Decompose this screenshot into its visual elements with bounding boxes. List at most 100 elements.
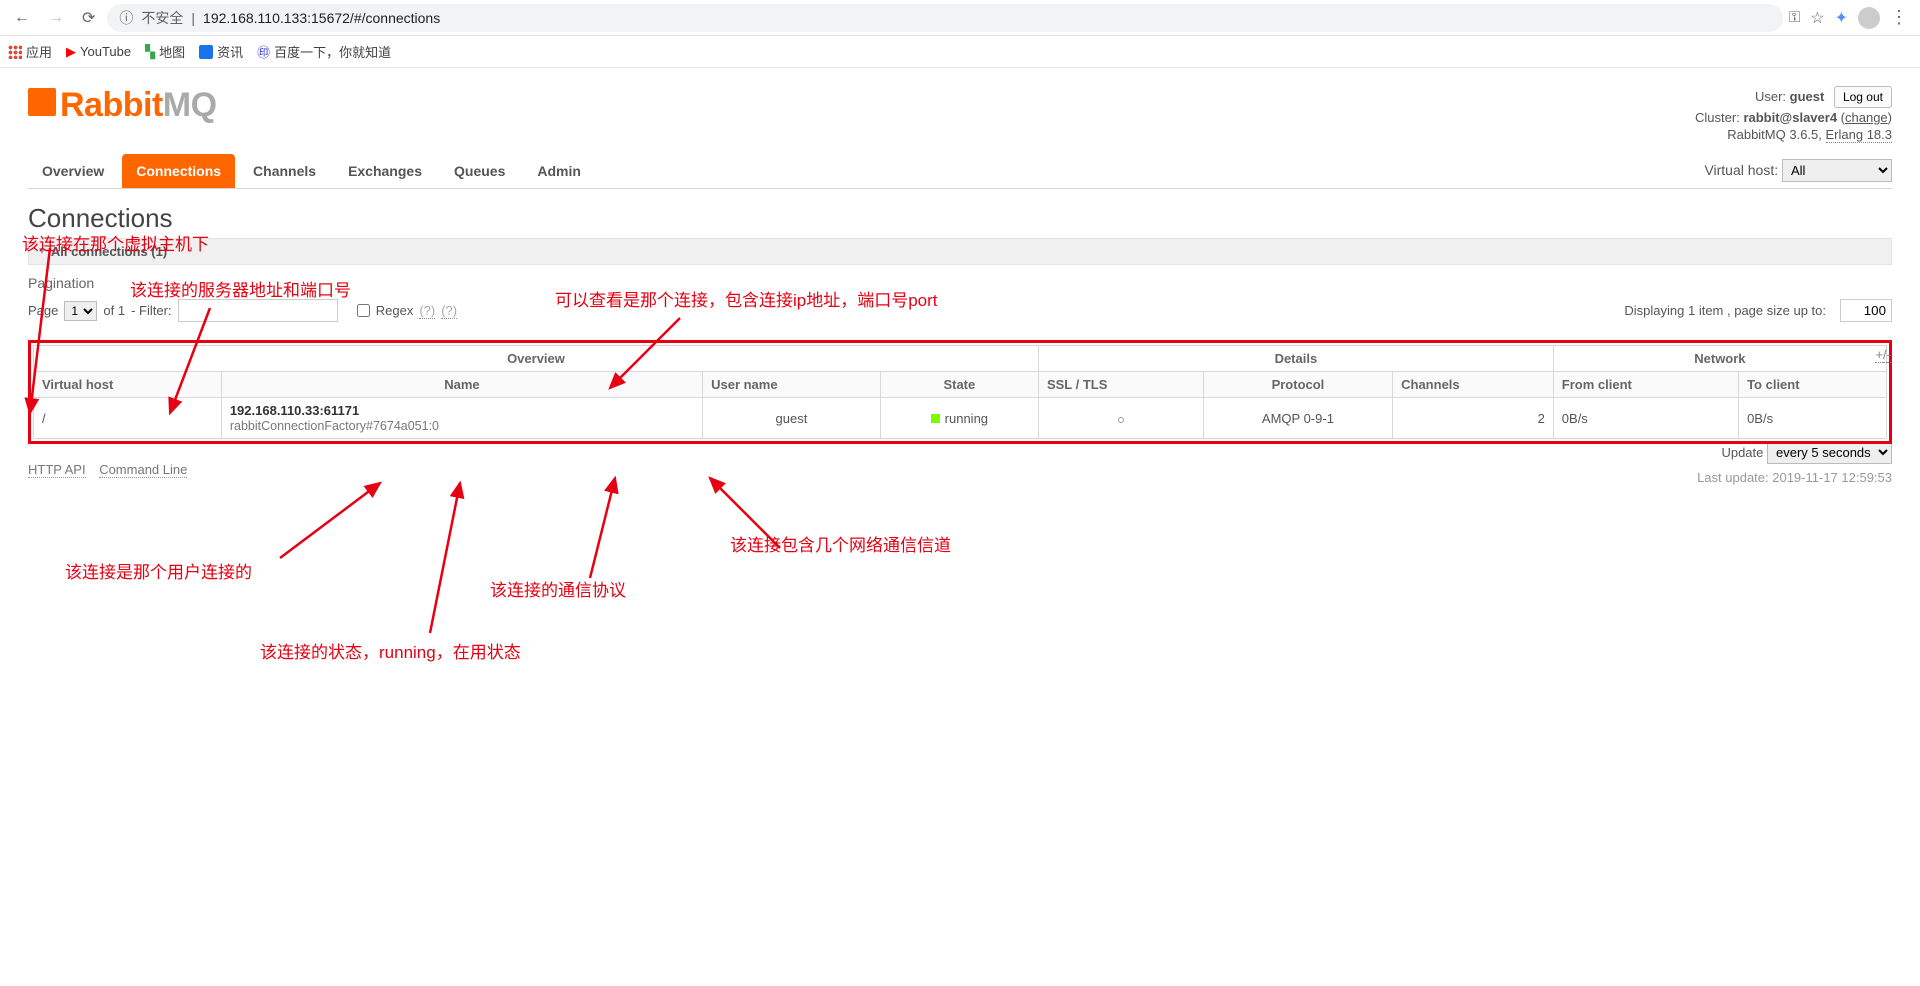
- main-tabs: Overview Connections Channels Exchanges …: [28, 154, 1892, 189]
- page-header: RabbitMQ User: guest Log out Cluster: ra…: [28, 86, 1892, 144]
- tab-channels[interactable]: Channels: [239, 154, 330, 188]
- zixun-label: 资讯: [217, 42, 243, 61]
- logo-mq: MQ: [163, 86, 217, 124]
- cell-from-client: 0B/s: [1553, 398, 1738, 439]
- cell-to-client: 0B/s: [1739, 398, 1887, 439]
- header-right: User: guest Log out Cluster: rabbit@slav…: [1695, 86, 1892, 144]
- baidu-bookmark[interactable]: ㊞百度一下，你就知道: [257, 42, 391, 61]
- extension-icon[interactable]: ✦: [1835, 8, 1848, 28]
- bookmark-star-icon[interactable]: ☆: [1810, 8, 1824, 28]
- filter-input[interactable]: [178, 299, 338, 322]
- filter-label: - Filter:: [131, 303, 171, 318]
- anno-state: 该连接的状态，running，在用状态: [260, 638, 521, 663]
- anno-channels: 该连接包含几个网络通信信道: [730, 531, 951, 556]
- regex-help2[interactable]: (?): [441, 303, 457, 319]
- forward-button[interactable]: →: [42, 5, 70, 31]
- table-columns-toggle: +/-: [1875, 347, 1891, 362]
- cell-channels: 2: [1393, 398, 1554, 439]
- page-of: of 1: [103, 303, 125, 318]
- group-details: Details: [1038, 346, 1553, 372]
- tab-admin[interactable]: Admin: [523, 154, 595, 188]
- vhost-select[interactable]: All: [1782, 159, 1892, 182]
- apps-bookmark[interactable]: 应用: [8, 42, 52, 61]
- cluster-label: Cluster:: [1695, 110, 1740, 125]
- state-indicator-icon: [931, 414, 940, 423]
- col-ssl[interactable]: SSL / TLS: [1038, 372, 1203, 398]
- cell-ssl: [1038, 398, 1203, 439]
- col-user[interactable]: User name: [703, 372, 881, 398]
- zixun-icon: [199, 45, 213, 59]
- connections-table-wrap: +/- Overview Details Network Virtual hos…: [28, 340, 1892, 444]
- baidu-label: 百度一下，你就知道: [274, 42, 391, 61]
- erlang-version[interactable]: Erlang 18.3: [1826, 127, 1893, 143]
- http-api-link[interactable]: HTTP API: [28, 462, 86, 478]
- col-vhost[interactable]: Virtual host: [34, 372, 222, 398]
- command-line-link[interactable]: Command Line: [99, 462, 187, 478]
- tab-exchanges[interactable]: Exchanges: [334, 154, 436, 188]
- menu-dots-icon[interactable]: ⋮: [1890, 7, 1908, 28]
- bookmarks-bar: 应用 ▶YouTube ▚地图 资讯 ㊞百度一下，你就知道: [0, 36, 1920, 68]
- update-label: Update: [1721, 445, 1763, 460]
- user-name: guest: [1790, 89, 1825, 104]
- col-state[interactable]: State: [880, 372, 1038, 398]
- section-label: All connections (1): [51, 244, 167, 259]
- info-icon: ⓘ: [119, 8, 133, 28]
- browser-toolbar: ← → ⟳ ⓘ 不安全 | 192.168.110.133:15672/#/co…: [0, 0, 1920, 36]
- tab-connections[interactable]: Connections: [122, 154, 235, 188]
- col-protocol[interactable]: Protocol: [1203, 372, 1392, 398]
- pagination-label: Pagination: [28, 275, 1892, 291]
- regex-checkbox[interactable]: [357, 304, 370, 317]
- table-row[interactable]: / 192.168.110.33:61171 rabbitConnectionF…: [34, 398, 1887, 439]
- zixun-bookmark[interactable]: 资讯: [199, 42, 243, 61]
- logout-button[interactable]: Log out: [1834, 86, 1892, 108]
- change-link[interactable]: change: [1845, 110, 1888, 125]
- col-channels[interactable]: Channels: [1393, 372, 1554, 398]
- conn-address: 192.168.110.33:61171: [230, 403, 359, 418]
- cell-user: guest: [703, 398, 881, 439]
- page-select[interactable]: 1: [64, 301, 97, 321]
- regex-help1[interactable]: (?): [419, 303, 435, 319]
- last-update: Last update: 2019-11-17 12:59:53: [28, 470, 1892, 485]
- youtube-label: YouTube: [80, 44, 131, 59]
- columns-plus[interactable]: +: [1875, 347, 1883, 363]
- cell-protocol: AMQP 0-9-1: [1203, 398, 1392, 439]
- youtube-bookmark[interactable]: ▶YouTube: [66, 44, 131, 60]
- pagination-controls: Page 1 of 1 - Filter: Regex (?)(?) Displ…: [28, 299, 1892, 322]
- update-interval-select[interactable]: every 5 seconds: [1767, 441, 1892, 464]
- cluster-name: rabbit@slaver4: [1743, 110, 1837, 125]
- page-title: Connections: [28, 203, 1892, 234]
- connections-table: Overview Details Network Virtual host Na…: [33, 345, 1887, 439]
- url-text: 192.168.110.133:15672/#/connections: [203, 10, 440, 26]
- maps-label: 地图: [159, 42, 185, 61]
- rabbitmq-logo[interactable]: RabbitMQ: [28, 86, 217, 125]
- vhost-label: Virtual host:: [1704, 162, 1778, 178]
- conn-factory: rabbitConnectionFactory#7674a051:0: [230, 419, 439, 433]
- map-icon: ▚: [145, 44, 155, 60]
- all-connections-section[interactable]: ▼ All connections (1): [28, 238, 1892, 265]
- cell-vhost: /: [34, 398, 222, 439]
- reload-button[interactable]: ⟳: [76, 4, 101, 32]
- tab-queues[interactable]: Queues: [440, 154, 519, 188]
- maps-bookmark[interactable]: ▚地图: [145, 42, 185, 61]
- update-line: Update every 5 seconds: [28, 441, 1892, 464]
- key-icon[interactable]: ⚿: [1789, 9, 1800, 26]
- apps-icon: [8, 45, 22, 59]
- cell-state: running: [880, 398, 1038, 439]
- cell-name[interactable]: 192.168.110.33:61171 rabbitConnectionFac…: [221, 398, 702, 439]
- apps-label: 应用: [26, 42, 52, 61]
- url-bar[interactable]: ⓘ 不安全 | 192.168.110.133:15672/#/connecti…: [107, 4, 1782, 32]
- columns-minus[interactable]: -: [1887, 347, 1891, 363]
- profile-avatar[interactable]: [1858, 7, 1880, 29]
- group-overview: Overview: [34, 346, 1039, 372]
- back-button[interactable]: ←: [8, 5, 36, 31]
- vhost-selector: Virtual host: All: [1704, 159, 1892, 182]
- col-name[interactable]: Name: [221, 372, 702, 398]
- logo-rabbit: Rabbit: [60, 86, 163, 124]
- baidu-icon: ㊞: [257, 42, 270, 61]
- tab-overview[interactable]: Overview: [28, 154, 118, 188]
- insecure-label: 不安全: [141, 8, 183, 28]
- col-to-client[interactable]: To client: [1739, 372, 1887, 398]
- state-text: running: [945, 411, 988, 426]
- pagesize-input[interactable]: [1840, 299, 1892, 322]
- col-from-client[interactable]: From client: [1553, 372, 1738, 398]
